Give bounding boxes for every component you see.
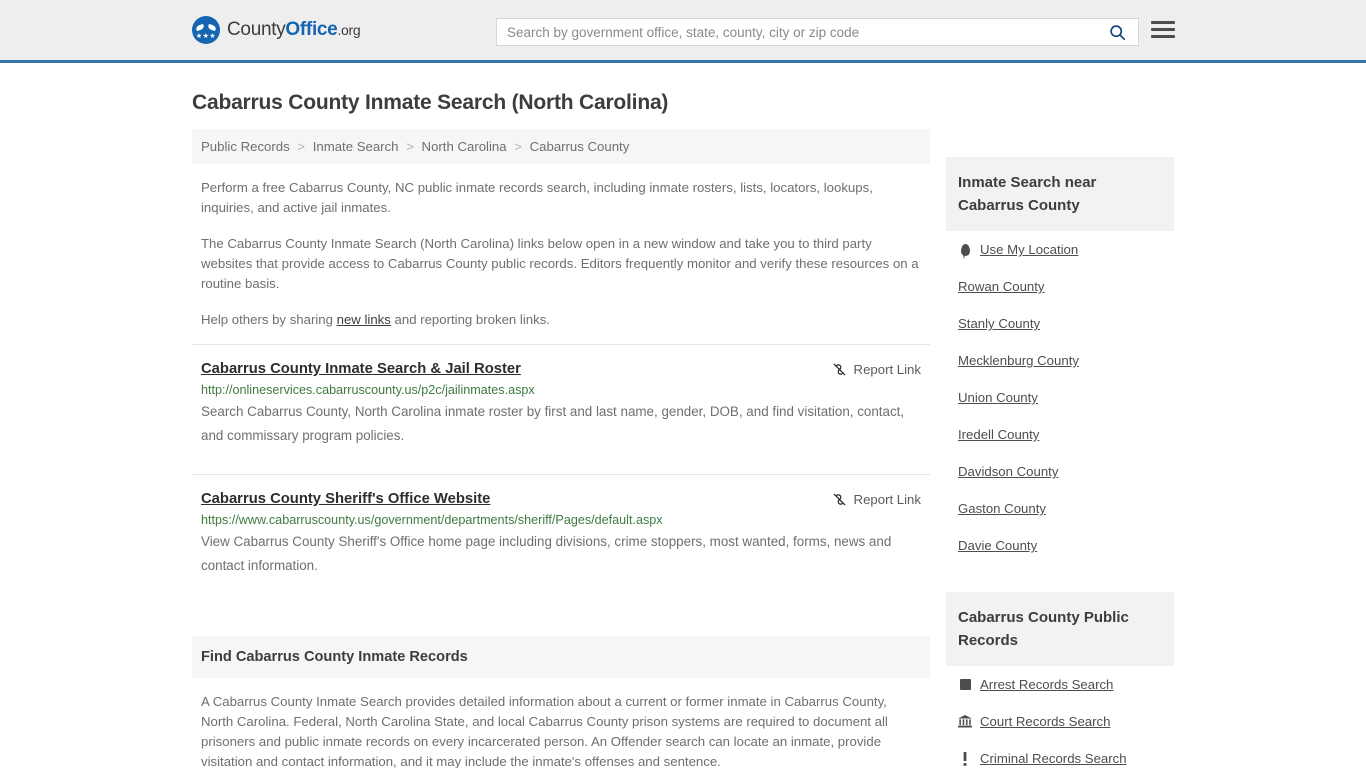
search-button[interactable] <box>1105 24 1138 41</box>
breadcrumb-separator: > <box>297 139 306 154</box>
result-description: View Cabarrus County Sheriff's Office ho… <box>201 534 892 573</box>
map-pin-icon <box>958 243 972 259</box>
sidebar-item-iredell-county[interactable]: Iredell County <box>958 416 1174 453</box>
sidebar-item-rowan-county[interactable]: Rowan County <box>958 268 1174 305</box>
result-description: Search Cabarrus County, North Carolina i… <box>201 404 905 443</box>
sidebar-item-arrest-records[interactable]: Arrest Records Search <box>958 666 1174 703</box>
broken-link-icon <box>833 363 845 376</box>
report-link-button[interactable]: Report Link <box>832 362 921 377</box>
search-icon <box>1110 24 1126 40</box>
find-records-heading: Find Cabarrus County Inmate Records <box>192 636 930 678</box>
search-bar[interactable] <box>496 18 1139 46</box>
sidebar-item-mecklenburg-county[interactable]: Mecklenburg County <box>958 342 1174 379</box>
sidebar-item-davidson-county[interactable]: Davidson County <box>958 453 1174 490</box>
breadcrumb-item-north-carolina[interactable]: North Carolina <box>422 139 507 154</box>
intro-paragraph-2: The Cabarrus County Inmate Search (North… <box>201 236 919 291</box>
site-logo[interactable]: ★★★ CountyOffice.org <box>192 16 361 44</box>
sidebar-records-list: Arrest Records Search Court Records Sear… <box>946 666 1174 768</box>
sidebar-near-heading: Inmate Search near Cabarrus County <box>946 157 1174 231</box>
sidebar-item-label[interactable]: Mecklenburg County <box>958 353 1079 368</box>
sidebar-item-label[interactable]: Union County <box>958 390 1038 405</box>
main-content: Public Records > Inmate Search > North C… <box>192 129 930 768</box>
breadcrumb-item-inmate-search[interactable]: Inmate Search <box>313 139 399 154</box>
report-link-button[interactable]: Report Link <box>832 492 921 507</box>
sidebar-near-list: Use My Location Rowan County Stanly Coun… <box>946 231 1174 564</box>
intro-paragraph-1: Perform a free Cabarrus County, NC publi… <box>201 180 873 215</box>
result-url[interactable]: https://www.cabarruscounty.us/government… <box>201 513 921 527</box>
sidebar-records-heading: Cabarrus County Public Records <box>946 592 1174 666</box>
logo-text-county: County <box>227 19 286 40</box>
sidebar-item-label[interactable]: Davie County <box>958 538 1037 553</box>
sidebar-item-court-records[interactable]: Court Records Search <box>958 703 1174 740</box>
fingerprint-icon <box>958 679 972 690</box>
sidebar-item-label[interactable]: Iredell County <box>958 427 1039 442</box>
result-title-link[interactable]: Cabarrus County Sheriff's Office Website <box>201 491 490 507</box>
hamburger-menu-icon[interactable] <box>1151 21 1175 38</box>
exclamation-icon <box>958 751 972 766</box>
sidebar-item-label[interactable]: Use My Location <box>980 242 1078 257</box>
sidebar-item-davie-county[interactable]: Davie County <box>958 527 1174 564</box>
logo-stars: ★★★ <box>195 32 217 40</box>
new-links-link[interactable]: new links <box>337 312 391 327</box>
find-records-paragraph: A Cabarrus County Inmate Search provides… <box>201 694 888 768</box>
page-title: Cabarrus County Inmate Search (North Car… <box>192 91 669 114</box>
result-item: Cabarrus County Inmate Search & Jail Ros… <box>192 344 930 460</box>
report-link-label: Report Link <box>853 492 921 507</box>
sidebar-item-criminal-records[interactable]: Criminal Records Search <box>958 740 1174 768</box>
sidebar-item-gaston-county[interactable]: Gaston County <box>958 490 1174 527</box>
logo-text: CountyOffice.org <box>227 19 361 41</box>
result-item: Cabarrus County Sheriff's Office Website… <box>192 474 930 590</box>
sidebar-item-label[interactable]: Criminal Records Search <box>980 751 1127 766</box>
logo-text-org: .org <box>337 22 361 38</box>
courthouse-icon <box>958 715 972 728</box>
intro-section: Perform a free Cabarrus County, NC publi… <box>192 178 930 330</box>
sidebar-item-label[interactable]: Arrest Records Search <box>980 677 1113 692</box>
find-records-body: A Cabarrus County Inmate Search provides… <box>192 692 930 768</box>
sidebar-item-stanly-county[interactable]: Stanly County <box>958 305 1174 342</box>
sidebar-item-union-county[interactable]: Union County <box>958 379 1174 416</box>
breadcrumb-separator: > <box>514 139 522 154</box>
logo-text-office: Office <box>285 19 338 40</box>
sidebar-near-block: Inmate Search near Cabarrus County Use M… <box>946 157 1174 564</box>
eagle-seal-icon: ★★★ <box>192 16 220 44</box>
breadcrumb-item-cabarrus-county[interactable]: Cabarrus County <box>530 139 630 154</box>
sidebar-item-label[interactable]: Gaston County <box>958 501 1046 516</box>
intro-p3-after: and reporting broken links. <box>390 312 550 327</box>
sidebar-item-label[interactable]: Court Records Search <box>980 714 1110 729</box>
breadcrumb-item-public-records[interactable]: Public Records <box>201 139 290 154</box>
sidebar: Inmate Search near Cabarrus County Use M… <box>946 129 1174 768</box>
breadcrumb: Public Records > Inmate Search > North C… <box>192 129 930 164</box>
broken-link-icon <box>833 493 845 506</box>
search-input[interactable] <box>497 19 1105 45</box>
result-title-link[interactable]: Cabarrus County Inmate Search & Jail Ros… <box>201 361 521 377</box>
breadcrumb-separator: > <box>406 139 414 154</box>
sidebar-item-label[interactable]: Stanly County <box>958 316 1040 331</box>
report-link-label: Report Link <box>853 362 921 377</box>
page-container: Cabarrus County Inmate Search (North Car… <box>0 91 1366 768</box>
result-url[interactable]: http://onlineservices.cabarruscounty.us/… <box>201 383 921 397</box>
sidebar-item-label[interactable]: Davidson County <box>958 464 1058 479</box>
sidebar-item-use-my-location[interactable]: Use My Location <box>958 231 1174 268</box>
site-header: ★★★ CountyOffice.org <box>0 0 1366 63</box>
sidebar-records-block: Cabarrus County Public Records Arrest Re… <box>946 592 1174 768</box>
intro-paragraph-3: Help others by sharing new links and rep… <box>192 310 930 330</box>
intro-p3-before: Help others by sharing <box>201 312 337 327</box>
sidebar-item-label[interactable]: Rowan County <box>958 279 1045 294</box>
